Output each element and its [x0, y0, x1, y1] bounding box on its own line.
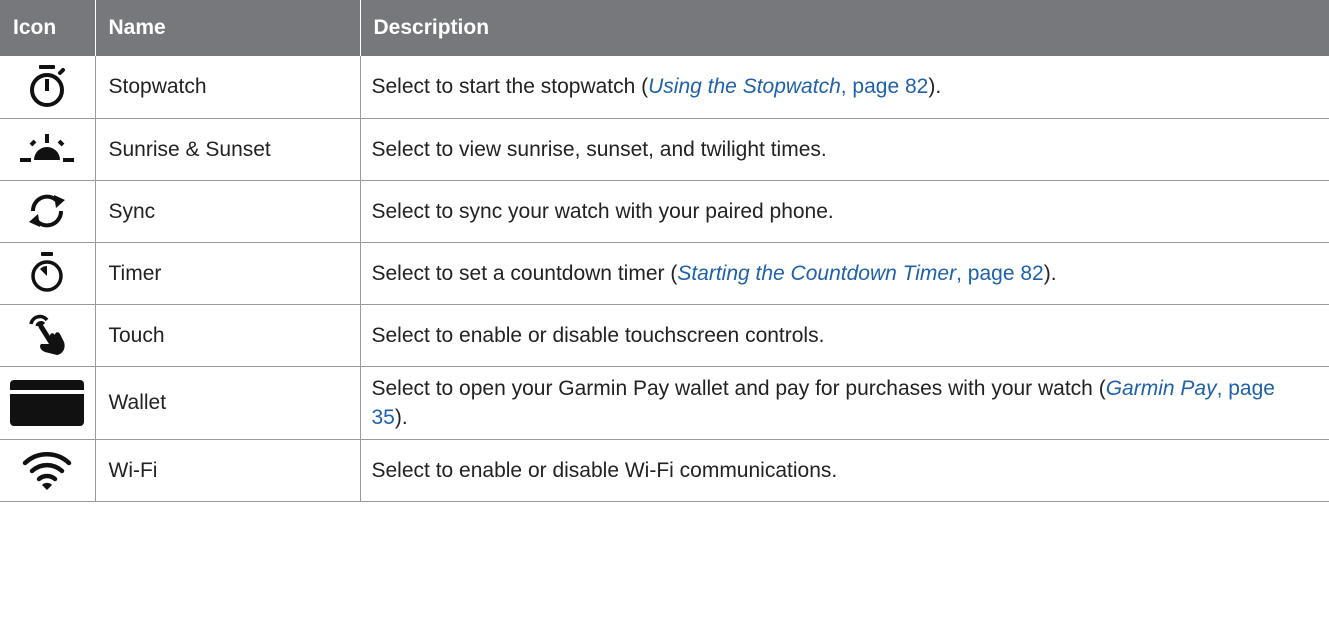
link-garmin-pay[interactable]: Garmin Pay: [1106, 377, 1217, 400]
table-row: Sunrise & Sunset Select to view sunrise,…: [0, 118, 1329, 181]
row-name: Sync: [95, 180, 361, 243]
stopwatch-icon: [30, 64, 66, 107]
row-name: Wallet: [95, 366, 361, 440]
icon-cell: [0, 180, 96, 243]
link-using-the-stopwatch[interactable]: Using the Stopwatch: [648, 75, 841, 98]
icon-cell: [0, 304, 96, 367]
row-description: Select to enable or disable touchscreen …: [360, 304, 1329, 367]
table-row: Sync Select to sync your watch with your…: [0, 180, 1329, 243]
table-row: Touch Select to enable or disable touchs…: [0, 304, 1329, 367]
row-description: Select to enable or disable Wi-Fi commun…: [360, 439, 1329, 502]
table-row: Timer Select to set a countdown timer (S…: [0, 242, 1329, 305]
row-name: Wi-Fi: [95, 439, 361, 502]
icon-cell: [0, 439, 96, 502]
wallet-icon: [10, 379, 85, 426]
row-description: Select to open your Garmin Pay wallet an…: [360, 366, 1329, 440]
touch-icon: [29, 314, 65, 355]
row-name: Timer: [95, 242, 361, 305]
table-header-row: Icon Name Description: [0, 0, 1329, 56]
row-name: Touch: [95, 304, 361, 367]
sunrise-icon: [20, 134, 75, 162]
row-description: Select to start the stopwatch (Using the…: [360, 56, 1329, 119]
row-description: Select to sync your watch with your pair…: [360, 180, 1329, 243]
row-description: Select to set a countdown timer (Startin…: [360, 242, 1329, 305]
link-starting-the-countdown-timer[interactable]: Starting the Countdown Timer: [677, 262, 956, 285]
table-row: Wallet Select to open your Garmin Pay wa…: [0, 366, 1329, 440]
table-row: Stopwatch Select to start the stopwatch …: [0, 56, 1329, 119]
header-description: Description: [360, 0, 1329, 56]
icon-cell: [0, 118, 96, 181]
table-row: Wi-Fi Select to enable or disable Wi-Fi …: [0, 439, 1329, 502]
icon-cell: [0, 242, 96, 305]
row-name: Stopwatch: [95, 56, 361, 119]
icon-cell: [0, 56, 96, 119]
sync-icon: [29, 194, 66, 228]
wifi-icon: [23, 452, 72, 490]
row-name: Sunrise & Sunset: [95, 118, 361, 181]
timer-icon: [31, 252, 63, 292]
header-name: Name: [95, 0, 361, 56]
link-page[interactable]: page 82: [852, 75, 928, 98]
icon-cell: [0, 366, 96, 440]
icons-table: Icon Name Description Stopwatch Select t…: [0, 0, 1329, 502]
row-description: Select to view sunrise, sunset, and twil…: [360, 118, 1329, 181]
header-icon: Icon: [0, 0, 96, 56]
link-page[interactable]: page 82: [968, 262, 1044, 285]
